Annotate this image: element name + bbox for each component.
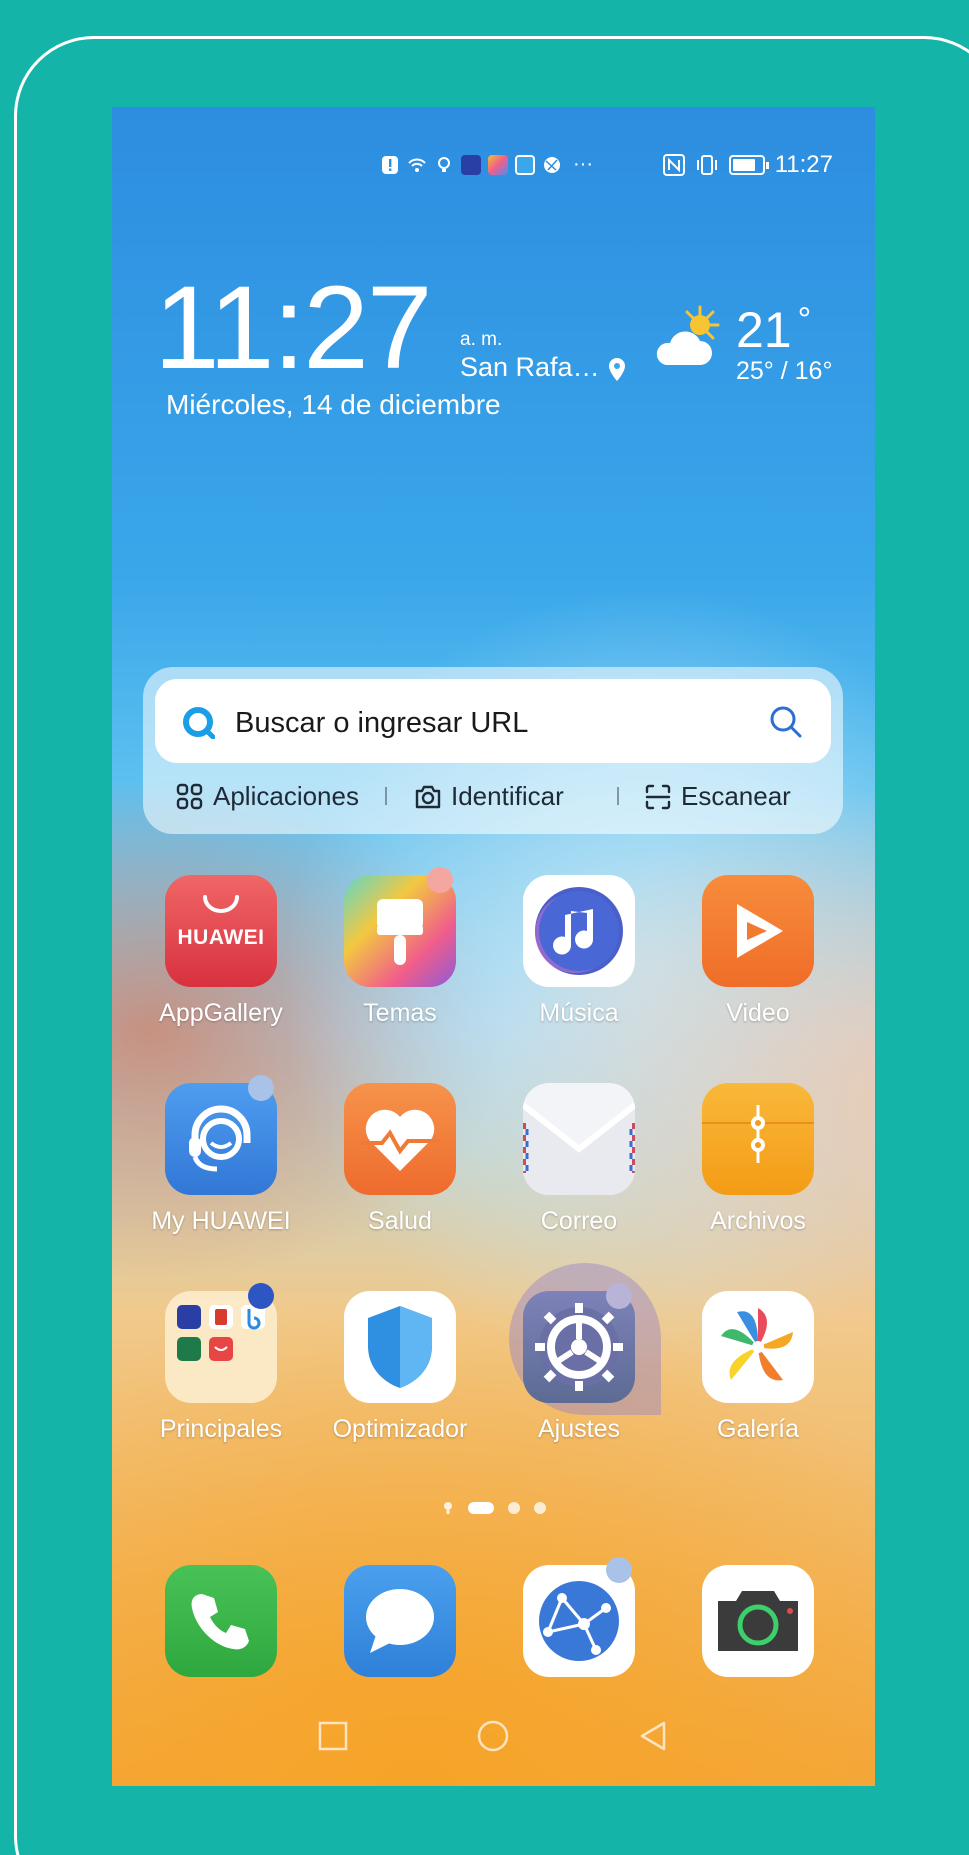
app-label: My HUAWEI — [151, 1207, 291, 1235]
wifi-icon — [408, 158, 426, 172]
home-circle-icon[interactable] — [476, 1719, 510, 1753]
dock-browser[interactable] — [489, 1557, 669, 1677]
app-salud[interactable]: Salud — [310, 1083, 490, 1236]
weather-city[interactable]: San Rafa… — [460, 352, 600, 383]
nfc-icon — [662, 154, 685, 176]
app-galeria[interactable]: Galería — [668, 1291, 848, 1444]
app-musica[interactable]: Música — [489, 875, 669, 1028]
app-temas[interactable]: Temas — [310, 867, 490, 1028]
notification-badge — [248, 1283, 274, 1309]
app-label: Optimizador — [332, 1415, 468, 1443]
phone-icon — [165, 1565, 277, 1677]
search-widget: Buscar o ingresar URL Aplicaciones Ident… — [143, 667, 843, 834]
app-label: Música — [539, 999, 619, 1027]
clock-time[interactable]: 11:27 — [154, 269, 433, 387]
music-note-icon — [523, 875, 635, 987]
scan-icon — [645, 784, 671, 809]
camera-icon — [702, 1565, 814, 1677]
app-video[interactable]: Video — [668, 875, 848, 1028]
files-folder-icon — [702, 1083, 814, 1195]
search-icon[interactable] — [767, 703, 805, 741]
divider — [385, 787, 387, 805]
petal-search-logo-icon — [183, 707, 215, 739]
temperature-unit: ° — [797, 301, 812, 339]
app-label: Principales — [159, 1415, 283, 1443]
health-heart-icon — [344, 1083, 456, 1195]
camera-outline-icon — [415, 785, 441, 808]
notification-badge — [606, 1283, 632, 1309]
app-label: AppGallery — [159, 999, 283, 1027]
system-tray: 11:27 — [662, 151, 833, 179]
status-time: 11:27 — [774, 151, 833, 178]
dock-phone[interactable] — [131, 1565, 311, 1677]
more-indicator: ··· — [573, 153, 593, 175]
app-appgallery[interactable]: HUAWEI AppGallery — [131, 875, 311, 1028]
dock-camera[interactable] — [668, 1565, 848, 1677]
scan-action-label: Escanear — [681, 781, 791, 811]
apps-action-label: Aplicaciones — [213, 781, 359, 811]
apps-action-button[interactable]: Aplicaciones — [175, 781, 359, 812]
phone-screen: ··· 11:27 11:27 a. m. San Rafa… Miércole… — [112, 107, 875, 1786]
browser-notif-icon — [544, 156, 560, 173]
alert-icon — [382, 155, 398, 174]
video-play-icon — [702, 875, 814, 987]
notification-icons: ··· — [380, 153, 593, 176]
scan-action-button[interactable]: Escanear — [643, 781, 791, 812]
app-ajustes[interactable]: Ajustes — [489, 1263, 669, 1444]
app-correo[interactable]: Correo — [489, 1083, 669, 1236]
app-archivos[interactable]: Archivos — [668, 1083, 848, 1236]
page-dot-active — [467, 1502, 494, 1514]
app-label: Archivos — [710, 1207, 806, 1235]
navigation-bar — [112, 1719, 875, 1759]
folder-principales[interactable]: Principales — [131, 1283, 311, 1444]
identify-action-label: Identificar — [451, 781, 564, 811]
notification-badge — [427, 867, 453, 893]
app-label: Temas — [363, 999, 437, 1027]
recents-square-icon[interactable] — [316, 1719, 350, 1753]
search-input[interactable]: Buscar o ingresar URL — [235, 707, 528, 740]
temperature[interactable]: 21 ° — [736, 301, 811, 359]
app-optimizador[interactable]: Optimizador — [310, 1291, 490, 1444]
message-bubble-icon — [344, 1565, 456, 1677]
app-label: Ajustes — [538, 1415, 620, 1443]
clock-date[interactable]: Miércoles, 14 de diciembre — [166, 389, 501, 421]
dock-messages[interactable] — [310, 1565, 490, 1677]
back-triangle-icon[interactable] — [636, 1719, 670, 1753]
page-dot — [533, 1502, 546, 1514]
temperature-value: 21 — [736, 302, 792, 358]
apps-grid-icon — [176, 783, 203, 809]
temperature-range: 25° / 16° — [736, 357, 833, 385]
notification-badge — [606, 1557, 632, 1583]
battery-icon — [728, 155, 769, 175]
search-page-dot-icon — [443, 1502, 452, 1514]
app-label: Video — [726, 999, 790, 1027]
search-actions: Aplicaciones Identificar Escanear — [143, 777, 843, 821]
app-label: Galería — [717, 1415, 799, 1443]
identify-action-button[interactable]: Identificar — [413, 781, 564, 812]
bulb-icon — [438, 156, 450, 172]
gallery-pinwheel-icon — [702, 1291, 814, 1403]
petal-search-notif-icon — [515, 154, 535, 175]
app-label: Salud — [368, 1207, 432, 1235]
partly-sunny-icon[interactable] — [648, 303, 726, 373]
app-notif-icon-1 — [461, 154, 481, 175]
divider — [617, 787, 619, 805]
search-bar[interactable]: Buscar o ingresar URL — [155, 679, 831, 763]
location-pin-icon — [609, 358, 625, 381]
clock-ampm: a. m. — [460, 329, 503, 350]
shield-icon — [344, 1291, 456, 1403]
page-indicator[interactable] — [112, 1501, 875, 1515]
page-dot — [507, 1502, 520, 1514]
app-my-huawei[interactable]: My HUAWEI — [131, 1075, 311, 1236]
notification-badge — [248, 1075, 274, 1101]
app-label: Correo — [540, 1207, 618, 1235]
appgallery-icon: HUAWEI — [165, 875, 277, 987]
vibrate-icon — [696, 155, 717, 175]
app-notif-icon-2 — [488, 154, 508, 175]
status-bar: ··· 11:27 — [112, 151, 875, 181]
mail-envelope-icon — [523, 1083, 635, 1195]
